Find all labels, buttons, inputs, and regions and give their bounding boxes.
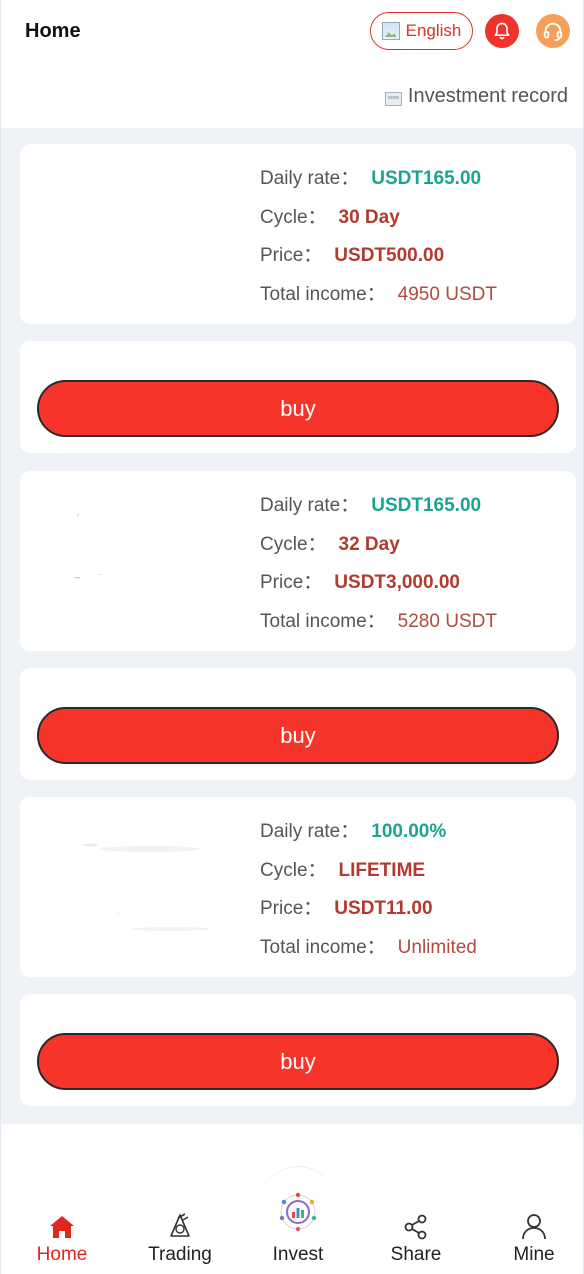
nav-label-home: Home <box>36 1244 88 1265</box>
cycle-label: Cycle： <box>260 206 327 228</box>
daily-rate-value: USDT165.00 <box>371 495 482 516</box>
price-value: USDT11.00 <box>334 898 433 919</box>
home-icon <box>50 1216 74 1238</box>
nav-label-share: Share <box>390 1244 442 1265</box>
daily-rate-row: Daily rate： 100.00% <box>260 816 477 855</box>
language-label: English <box>405 21 462 40</box>
price-row: Price： USDT3,000.00 <box>260 567 497 606</box>
income-label: Total income： <box>260 610 386 632</box>
product-list: Daily rate： USDT165.00 Cycle： 30 Day Price… <box>1 128 583 1124</box>
trading-icon <box>170 1213 190 1237</box>
product-image <box>82 843 210 931</box>
nav-item-invest[interactable]: Invest <box>253 1210 343 1266</box>
buy-button[interactable]: buy <box>37 707 559 764</box>
income-value: 5280 USDT <box>397 610 497 632</box>
buy-card: buy <box>20 994 576 1106</box>
price-label: Price： <box>260 245 323 266</box>
buy-card: buy <box>20 668 576 780</box>
cycle-row: Cycle： 30 Day <box>260 202 497 241</box>
price-row: Price： USDT11.00 <box>260 893 477 932</box>
share-icon <box>404 1214 427 1240</box>
income-label: Total income： <box>260 936 386 958</box>
daily-rate-row: Daily rate： USDT165.00 <box>260 163 497 202</box>
investment-record-label: Investment record <box>407 85 568 107</box>
cycle-row: Cycle： LIFETIME <box>260 855 477 894</box>
nav-item-mine[interactable]: Mine <box>489 1210 579 1266</box>
product-card: Daily rate： 100.00% Cycle： LIFETIME Price：… <box>20 797 576 977</box>
nav-label-trading: Trading <box>148 1244 212 1265</box>
product-card: Daily rate： USDT165.00 Cycle： 32 Day Price… <box>20 471 576 651</box>
price-row: Price： USDT500.00 <box>260 240 497 279</box>
language-button[interactable]: English <box>370 12 473 50</box>
product-image <box>74 513 102 579</box>
user-icon <box>522 1214 546 1240</box>
headset-icon <box>543 22 563 41</box>
income-row: Total income： 4950 USDT <box>260 279 497 318</box>
buy-card: buy <box>20 341 576 453</box>
daily-rate-value: 100.00% <box>371 821 447 842</box>
nav-label-mine: Mine <box>513 1244 555 1265</box>
cycle-value: 30 Day <box>338 206 400 228</box>
price-value: USDT3,000.00 <box>334 572 460 593</box>
product-info: Daily rate： USDT165.00 Cycle： 32 Day Price… <box>260 490 497 644</box>
notification-button[interactable] <box>485 14 519 48</box>
nav-label-invest: Invest <box>272 1244 324 1265</box>
price-label: Price： <box>260 898 323 919</box>
buy-button[interactable]: buy <box>37 1033 559 1090</box>
cycle-value: LIFETIME <box>338 859 426 881</box>
cycle-label: Cycle： <box>260 533 327 555</box>
app-frame: Home English Investment record Daily rat… <box>0 0 584 1274</box>
record-icon <box>384 91 402 106</box>
nav-item-share[interactable]: Share <box>371 1210 461 1266</box>
cycle-row: Cycle： 32 Day <box>260 529 497 568</box>
income-value: Unlimited <box>397 936 477 958</box>
product-info: Daily rate： 100.00% Cycle： LIFETIME Price：… <box>260 816 477 970</box>
investment-record-link[interactable]: Investment record <box>384 85 568 108</box>
image-icon <box>381 22 400 40</box>
cycle-value: 32 Day <box>338 533 400 555</box>
income-label: Total income： <box>260 283 386 305</box>
customer-support-button[interactable] <box>536 14 570 48</box>
daily-rate-label: Daily rate： <box>260 821 360 842</box>
daily-rate-label: Daily rate： <box>260 495 360 516</box>
page-title: Home <box>25 20 81 42</box>
daily-rate-row: Daily rate： USDT165.00 <box>260 490 497 529</box>
cycle-label: Cycle： <box>260 859 327 881</box>
daily-rate-value: USDT165.00 <box>371 168 482 189</box>
product-info: Daily rate： USDT165.00 Cycle： 30 Day Price… <box>260 163 497 317</box>
income-row: Total income： Unlimited <box>260 932 477 971</box>
price-value: USDT500.00 <box>334 245 445 266</box>
income-row: Total income： 5280 USDT <box>260 606 497 645</box>
income-value: 4950 USDT <box>397 283 497 305</box>
buy-button[interactable]: buy <box>37 380 559 437</box>
product-card: Daily rate： USDT165.00 Cycle： 30 Day Price… <box>20 144 576 324</box>
nav-item-trading[interactable]: Trading <box>135 1210 225 1266</box>
nav-item-home[interactable]: Home <box>17 1210 107 1266</box>
bell-icon <box>494 22 510 40</box>
price-label: Price： <box>260 572 323 593</box>
top-header: Home English Investment record <box>1 0 583 128</box>
daily-rate-label: Daily rate： <box>260 168 360 189</box>
